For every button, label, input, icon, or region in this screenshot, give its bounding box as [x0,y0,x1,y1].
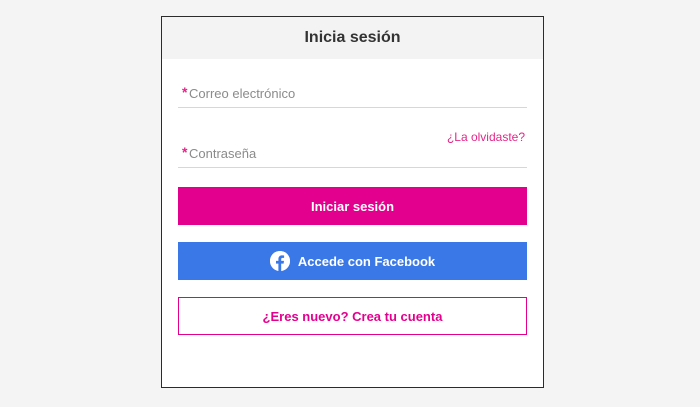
required-mark: * [182,84,188,100]
login-button-label: Iniciar sesión [310,198,395,214]
register-button[interactable]: ¿Eres nuevo? Crea tu cuenta [178,297,527,335]
email-input[interactable] [189,81,519,105]
facebook-button-label: Accede con Facebook [297,253,436,269]
password-field[interactable]: * [178,141,527,168]
password-input[interactable] [189,141,519,165]
login-modal: Inicia sesión * ¿La olvidaste? * Iniciar… [161,16,544,388]
email-field[interactable]: * [178,81,527,108]
facebook-icon [269,251,290,271]
modal-title: Inicia sesión [162,17,543,59]
facebook-login-button[interactable]: Accede con Facebook [178,242,527,280]
register-button-label: ¿Eres nuevo? Crea tu cuenta [262,308,443,324]
login-button[interactable]: Iniciar sesión [178,187,527,225]
required-mark: * [182,144,188,160]
